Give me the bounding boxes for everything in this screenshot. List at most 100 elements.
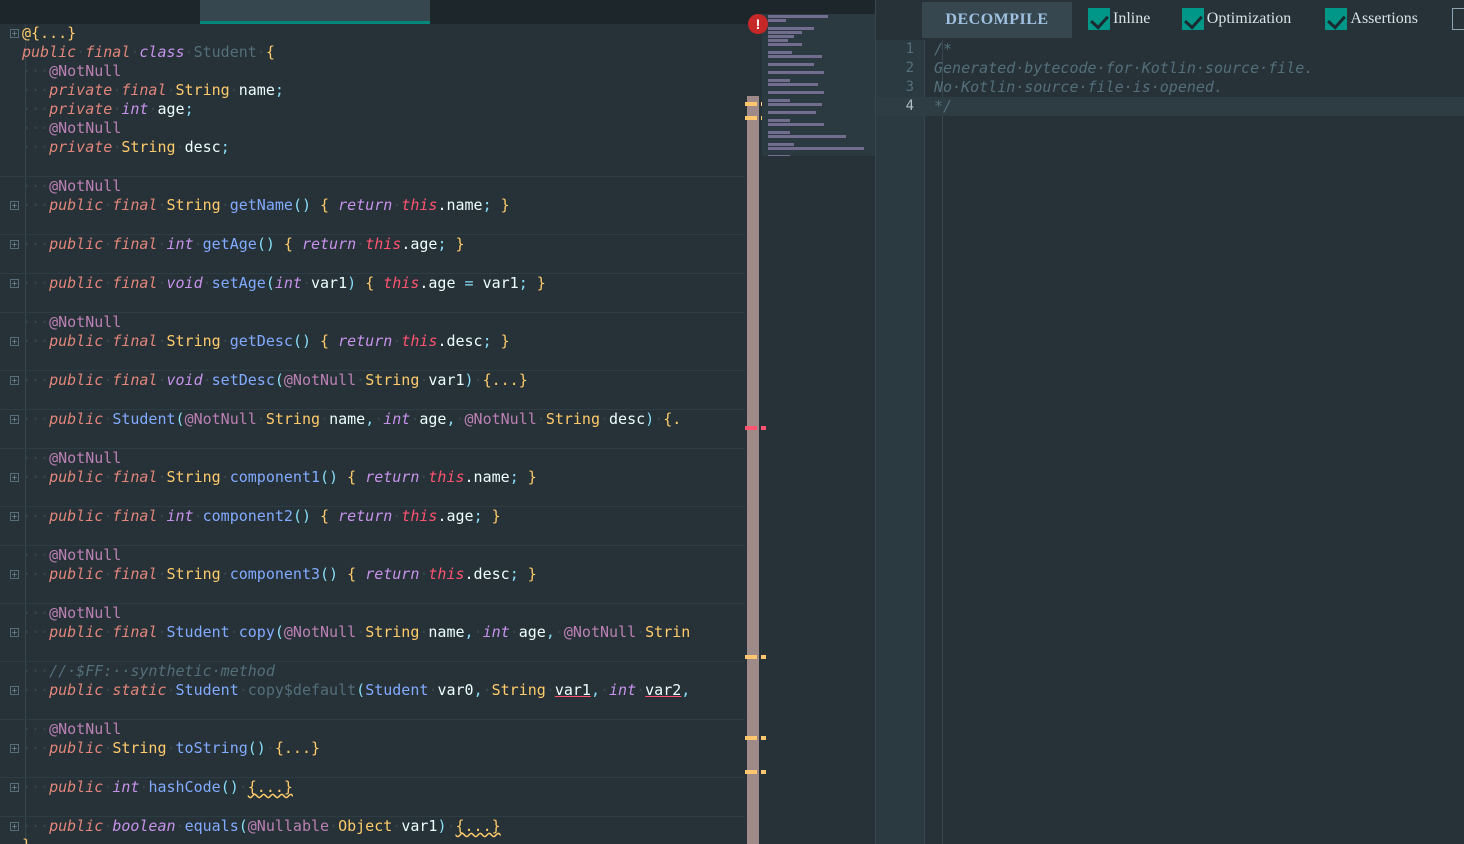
fold-toggle-icon[interactable]: + <box>10 570 19 579</box>
fold-toggle-icon[interactable]: + <box>10 240 19 249</box>
fold-toggle-icon[interactable]: + <box>10 744 19 753</box>
code-line[interactable] <box>0 700 756 719</box>
code-line[interactable]: ···@NotNull <box>0 176 756 196</box>
code-line[interactable]: + ···public·final·void·setDesc(@NotNull·S… <box>0 370 756 390</box>
code-line[interactable]: ···private·String·desc; <box>0 138 756 157</box>
tab-active[interactable] <box>200 0 430 24</box>
minimap-line <box>768 131 790 134</box>
minimap-line <box>768 103 822 106</box>
code-line[interactable]: ···@NotNull <box>0 62 756 81</box>
fold-toggle-icon[interactable]: + <box>10 279 19 288</box>
minimap-line <box>768 111 816 114</box>
fold-toggle-icon[interactable]: + <box>10 686 19 695</box>
code-line[interactable]: + ···public·final·String·getName() { retu… <box>0 196 756 215</box>
fold-toggle-icon[interactable]: + <box>10 512 19 521</box>
code-line[interactable]: public·final·class·Student·{ <box>0 43 756 62</box>
minimap-line <box>768 51 792 54</box>
checkbox-unchecked-icon[interactable] <box>1452 8 1464 30</box>
code-line[interactable]: + ···public·final·int·getAge() { return·t… <box>0 234 756 254</box>
minimap-line <box>768 43 802 46</box>
stripe-warn-mark[interactable] <box>745 116 757 120</box>
stripe-warn-mark[interactable] <box>745 102 757 106</box>
code-line-text: ···public·String·toString()·{...} <box>22 739 321 757</box>
fold-toggle-icon[interactable]: + <box>10 201 19 210</box>
code-line[interactable]: + @{...} <box>0 24 756 43</box>
stripe-warn-mark[interactable] <box>761 770 766 774</box>
code-line[interactable]: + ···public·final·String·component3() { r… <box>0 565 756 584</box>
stripe-warn-mark[interactable] <box>745 736 757 740</box>
code-line[interactable]: ···@NotNull <box>0 603 756 623</box>
checkbox-group-assertions[interactable]: Assertions <box>1325 8 1418 30</box>
code-line[interactable]: ···@NotNull <box>0 448 756 468</box>
code-line[interactable]: + ···public·boolean·equals(@Nullable·Obje… <box>0 816 756 836</box>
decompile-button[interactable]: DECOMPILE <box>922 2 1072 38</box>
code-line[interactable]: ···private·final·String·name; <box>0 81 756 100</box>
stripe-warn-mark[interactable] <box>745 770 757 774</box>
code-line[interactable]: + ···public·final·String·getDesc() { retu… <box>0 332 756 351</box>
code-line-text: ···public·final·Student·copy(@NotNull·St… <box>22 623 691 641</box>
code-line[interactable]: ···@NotNull <box>0 312 756 332</box>
fold-toggle-icon[interactable]: + <box>10 822 19 831</box>
code-line[interactable]: ···//·$FF:··synthetic·method <box>0 661 756 681</box>
code-line[interactable] <box>0 390 756 409</box>
stripe-warn-mark[interactable] <box>745 655 757 659</box>
fold-toggle-icon[interactable]: + <box>10 473 19 482</box>
code-line[interactable]: + ···public·static·Student·copy$default(S… <box>0 681 756 700</box>
stripe-red-mark[interactable] <box>745 426 757 430</box>
fold-toggle-icon[interactable]: + <box>10 415 19 424</box>
code-line[interactable]: + ···public·String·toString()·{...} <box>0 739 756 758</box>
code-line-text: ···@NotNull <box>22 313 122 331</box>
code-line[interactable] <box>0 642 756 661</box>
code-line-text: ···@NotNull <box>22 177 122 195</box>
checkbox-checked-icon[interactable] <box>1181 8 1204 30</box>
minimap-line <box>768 79 790 82</box>
checkbox-group-inline[interactable]: Inline <box>1088 8 1150 30</box>
code-line[interactable] <box>0 215 756 234</box>
code-line[interactable] <box>0 487 756 506</box>
code-line[interactable] <box>0 429 756 448</box>
stripe-warn-mark[interactable] <box>761 655 766 659</box>
decompiled-code-editor[interactable]: + @{...} public·final·class·Student·{···@N… <box>0 24 756 844</box>
code-line[interactable]: ···@NotNull <box>0 119 756 138</box>
code-line[interactable]: ···@NotNull <box>0 719 756 739</box>
code-line[interactable]: + ···public·Student(@NotNull·String·name,… <box>0 409 756 429</box>
editor-scrollbar-thumb[interactable] <box>747 96 759 844</box>
stripe-warn-mark[interactable] <box>761 736 766 740</box>
code-line[interactable]: + ···public·int·hashCode()·{...} <box>0 777 756 797</box>
code-line[interactable] <box>0 254 756 273</box>
code-line[interactable] <box>0 157 756 176</box>
code-line[interactable] <box>0 526 756 545</box>
code-line[interactable] <box>0 584 756 603</box>
bytecode-line: 3 No·Kotlin·source·file·is·opened. <box>876 78 1464 97</box>
code-lines[interactable]: + @{...} public·final·class·Student·{···@N… <box>0 24 756 844</box>
code-line[interactable]: ···private·int·age; <box>0 100 756 119</box>
fold-toggle-icon[interactable]: + <box>10 628 19 637</box>
code-line[interactable]: } <box>0 836 756 844</box>
code-line[interactable]: ···@NotNull <box>0 545 756 565</box>
code-line-text: ···public·final·int·component2() { retur… <box>22 507 501 525</box>
code-line[interactable] <box>0 758 756 777</box>
checkbox-label-inline: Inline <box>1113 10 1151 27</box>
minimap-line <box>768 19 786 22</box>
checkbox-group-optimization[interactable]: Optimization <box>1181 8 1291 30</box>
fold-toggle-icon[interactable]: + <box>10 783 19 792</box>
minimap-line <box>768 99 790 102</box>
checkbox-checked-icon[interactable] <box>1088 8 1110 30</box>
code-line[interactable]: + ···public·final·int·component2() { retu… <box>0 506 756 526</box>
checkbox-group-ir[interactable]: IR <box>1452 8 1464 30</box>
checkbox-checked-icon[interactable] <box>1325 8 1348 30</box>
code-line[interactable]: + ···public·final·String·component1() { r… <box>0 468 756 487</box>
code-line[interactable] <box>0 797 756 816</box>
error-badge-icon[interactable]: ! <box>748 14 768 34</box>
fold-toggle-icon[interactable]: + <box>10 376 19 385</box>
code-line[interactable] <box>0 351 756 370</box>
code-line-text: ···@NotNull <box>22 604 122 622</box>
code-line[interactable]: + ···public·final·Student·copy(@NotNull·S… <box>0 623 756 642</box>
code-line[interactable] <box>0 293 756 312</box>
bytecode-panel[interactable]: 1 /* 2 Generated·bytecode·for·Kotlin·source… <box>876 40 1464 844</box>
stripe-red-mark[interactable] <box>761 426 766 430</box>
code-minimap[interactable] <box>762 14 876 156</box>
fold-toggle-icon[interactable]: + <box>10 29 19 38</box>
code-line[interactable]: + ···public·final·void·setAge(int·var1) {… <box>0 273 756 293</box>
fold-toggle-icon[interactable]: + <box>10 337 19 346</box>
